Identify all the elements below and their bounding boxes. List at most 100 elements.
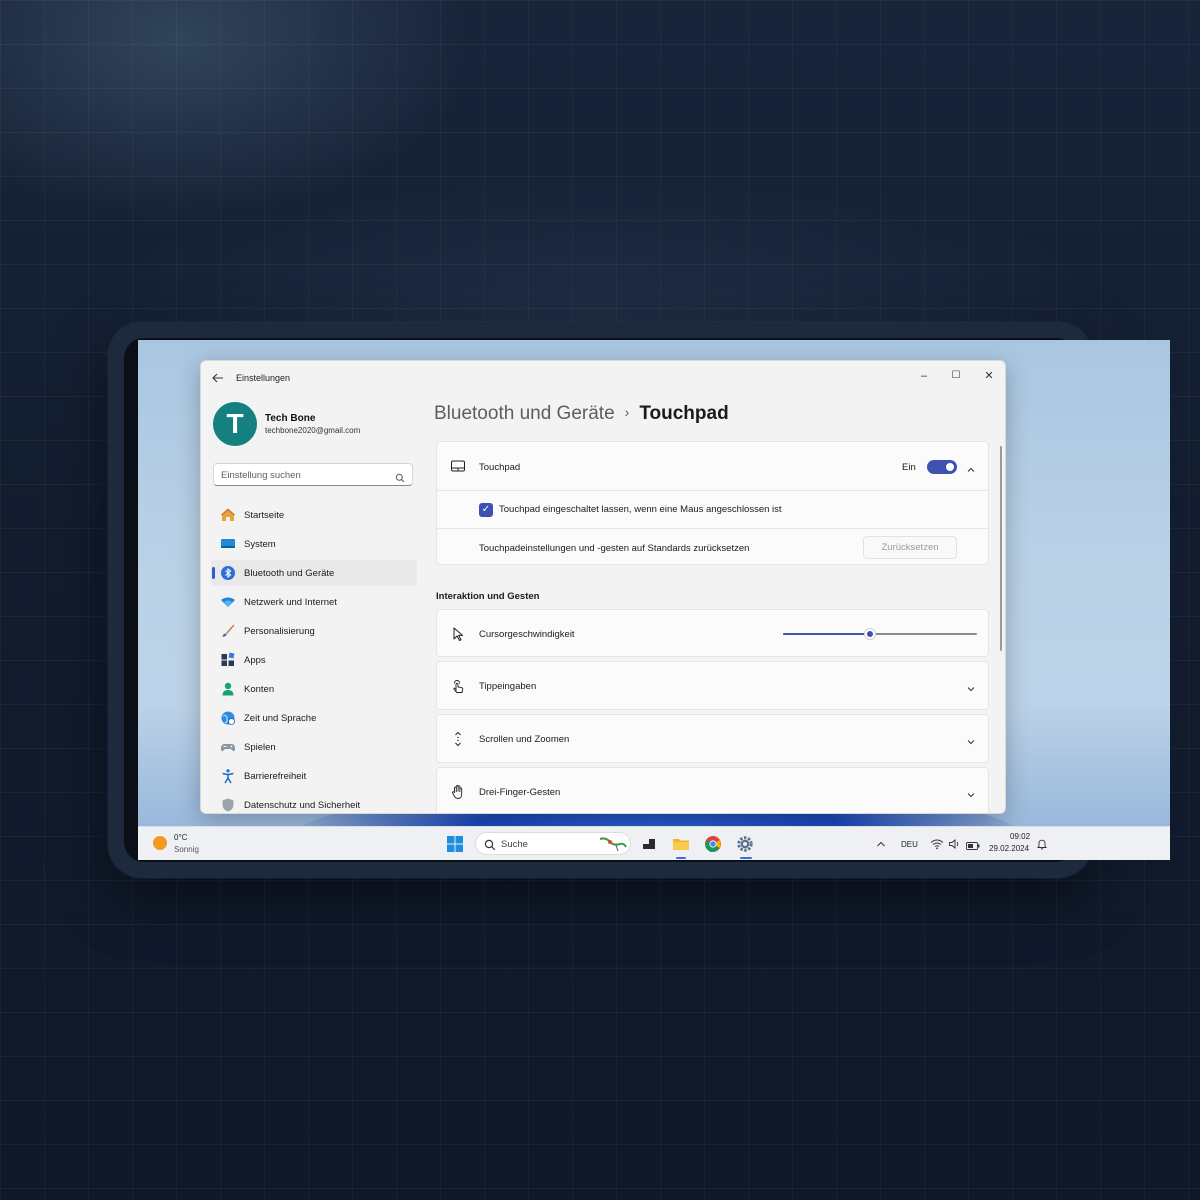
sidebar-item-apps[interactable]: Apps	[211, 647, 417, 673]
sidebar-item-label: Spielen	[244, 742, 276, 753]
cursor-icon	[450, 626, 466, 642]
app-title: Einstellungen	[236, 373, 291, 383]
weather-temperature[interactable]: 0°C	[174, 833, 187, 842]
windows-start-icon[interactable]	[446, 835, 464, 853]
sidebar-item-label: Apps	[244, 655, 266, 666]
clock-time[interactable]: 09:02	[1010, 832, 1030, 841]
battery-icon[interactable]	[966, 838, 980, 850]
task-view-icon[interactable]	[640, 835, 658, 853]
running-indicator	[676, 857, 686, 859]
weather-description[interactable]: Sonnig	[174, 845, 199, 854]
sidebar-item-bluetooth[interactable]: Bluetooth und Geräte	[211, 560, 417, 586]
search-highlight-icon	[598, 835, 628, 858]
sidebar-item-label: Konten	[244, 684, 275, 695]
sidebar-item-label: Netzwerk und Internet	[244, 597, 337, 608]
sidebar-item-startseite[interactable]: Startseite	[211, 502, 417, 528]
chevron-up-icon[interactable]	[966, 462, 976, 472]
input-language[interactable]: DEU	[901, 840, 918, 849]
title-bar: Einstellungen – ☐ ✕	[201, 361, 1005, 395]
taskbar-search[interactable]: Suche	[475, 832, 631, 855]
slider-thumb[interactable]	[864, 628, 877, 640]
apps-icon	[220, 652, 236, 668]
chevron-down-icon[interactable]	[966, 787, 976, 798]
taskbar: 0°C Sonnig Suche DEU 09:02 29.02.2024	[138, 826, 1170, 860]
touchpad-toggle[interactable]	[927, 460, 957, 474]
settings-search-input[interactable]: Einstellung suchen	[213, 463, 413, 486]
keep-touchpad-on-row: ✓ Touchpad eingeschaltet lassen, wenn ei…	[437, 491, 988, 528]
search-icon	[395, 470, 405, 483]
section-heading: Interaktion und Gesten	[436, 591, 540, 602]
hand-icon	[450, 784, 466, 800]
shield-icon	[220, 797, 236, 813]
tippeingaben-label: Tippeingaben	[479, 681, 537, 692]
taskbar-search-label: Suche	[501, 839, 528, 850]
sidebar-nav: Startseite System Bluetooth und Geräte N…	[211, 502, 417, 813]
touchpad-header-row[interactable]: Touchpad Ein	[437, 442, 988, 490]
touchpad-toggle-state: Ein	[902, 462, 916, 473]
search-icon	[484, 838, 496, 856]
tap-gesture-icon	[450, 678, 466, 694]
back-arrow-icon[interactable]	[211, 371, 225, 385]
sidebar-item-system[interactable]: System	[211, 531, 417, 557]
profile-email: techbone2020@gmail.com	[265, 426, 361, 435]
maximize-button[interactable]: ☐	[945, 367, 967, 385]
avatar[interactable]: T	[213, 402, 257, 446]
globe-clock-icon	[220, 710, 236, 726]
cursor-speed-slider[interactable]	[783, 628, 977, 640]
scrollen-zoomen-label: Scrollen und Zoomen	[479, 734, 570, 745]
home-icon	[220, 507, 236, 523]
breadcrumb: Bluetooth und Geräte › Touchpad	[434, 403, 729, 425]
breadcrumb-parent[interactable]: Bluetooth und Geräte	[434, 403, 615, 424]
running-indicator	[740, 857, 752, 859]
brush-icon	[220, 623, 236, 639]
page-title: Touchpad	[639, 403, 729, 424]
sidebar-item-zeit-und-sprache[interactable]: Zeit und Sprache	[211, 705, 417, 731]
display-icon	[220, 536, 236, 552]
sidebar-item-barrierefreiheit[interactable]: Barrierefreiheit	[211, 763, 417, 789]
keep-touchpad-on-checkbox[interactable]: ✓	[479, 503, 493, 517]
volume-icon[interactable]	[948, 837, 962, 849]
tippeingaben-card[interactable]: Tippeingaben	[436, 661, 989, 710]
close-button[interactable]: ✕	[978, 367, 1000, 385]
sidebar-item-personalisierung[interactable]: Personalisierung	[211, 618, 417, 644]
profile-name: Tech Bone	[265, 413, 316, 424]
scrollen-zoomen-card[interactable]: Scrollen und Zoomen	[436, 714, 989, 763]
bluetooth-icon	[220, 565, 236, 581]
touchpad-title: Touchpad	[479, 462, 521, 473]
drei-finger-gesten-card[interactable]: Drei-Finger-Gesten	[436, 767, 989, 813]
accessibility-icon	[220, 768, 236, 784]
keep-touchpad-on-label: Touchpad eingeschaltet lassen, wenn eine…	[499, 504, 782, 515]
settings-gear-icon[interactable]	[736, 835, 754, 853]
sidebar-item-konten[interactable]: Konten	[211, 676, 417, 702]
sidebar-item-spielen[interactable]: Spielen	[211, 734, 417, 760]
chevron-down-icon[interactable]	[966, 681, 976, 692]
chrome-icon[interactable]	[704, 835, 722, 853]
sidebar-item-label: Barrierefreiheit	[244, 771, 307, 782]
cursor-speed-label: Cursorgeschwindigkeit	[479, 629, 575, 640]
wifi-icon	[220, 594, 236, 610]
scroll-arrows-icon	[450, 731, 466, 747]
cursor-speed-card: Cursorgeschwindigkeit	[436, 609, 989, 657]
settings-window: Einstellungen – ☐ ✕ T Tech Bone techbone…	[200, 360, 1006, 814]
sidebar-item-netzwerk[interactable]: Netzwerk und Internet	[211, 589, 417, 615]
sidebar-item-label: Bluetooth und Geräte	[244, 568, 335, 579]
reset-button[interactable]: Zurücksetzen	[863, 536, 957, 559]
sun-icon[interactable]	[153, 836, 167, 850]
minimize-button[interactable]: –	[913, 367, 935, 385]
slider-fill	[783, 633, 871, 635]
clock-date[interactable]: 29.02.2024	[989, 844, 1029, 853]
notification-bell-icon[interactable]	[1036, 837, 1048, 850]
chevron-up-icon[interactable]	[875, 837, 887, 849]
screen: Einstellungen – ☐ ✕ T Tech Bone techbone…	[138, 340, 1170, 860]
drei-finger-gesten-label: Drei-Finger-Gesten	[479, 787, 561, 798]
wifi-icon[interactable]	[930, 837, 944, 850]
chevron-down-icon[interactable]	[966, 734, 976, 745]
file-explorer-icon[interactable]	[672, 835, 690, 853]
touchpad-card: Touchpad Ein ✓ Touchpad eingeschaltet la…	[436, 441, 989, 565]
scrollbar[interactable]	[1000, 446, 1002, 651]
sidebar-item-datenschutz[interactable]: Datenschutz und Sicherheit	[211, 792, 417, 813]
search-placeholder: Einstellung suchen	[221, 470, 301, 481]
sidebar-item-label: Personalisierung	[244, 626, 315, 637]
sidebar-item-label: Startseite	[244, 510, 285, 521]
sidebar-item-label: System	[244, 539, 276, 550]
